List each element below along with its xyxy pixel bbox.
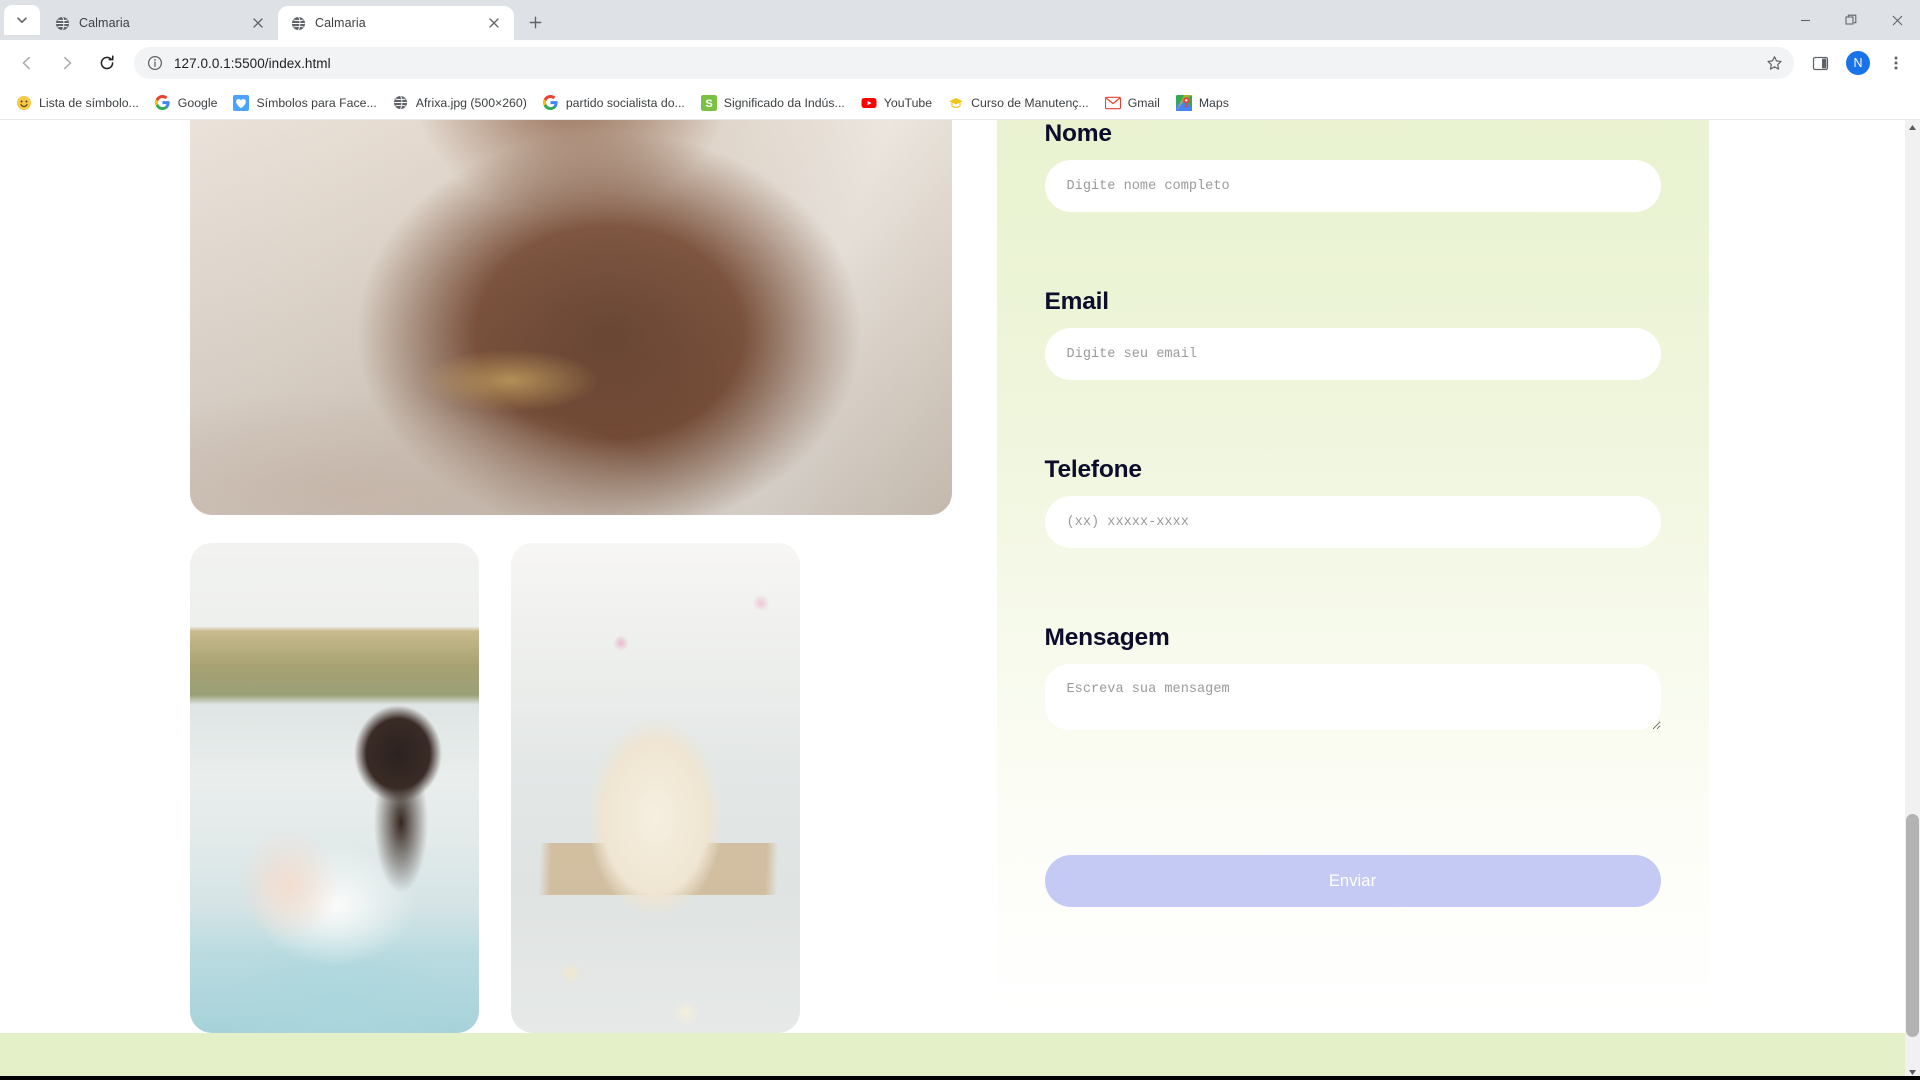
more-menu-icon[interactable] xyxy=(1880,47,1912,79)
globe-icon xyxy=(54,15,70,31)
gallery-row xyxy=(190,543,800,1033)
bookmark-label: Significado da Indús... xyxy=(723,95,845,110)
bookmark-label: Símbolos para Face... xyxy=(256,95,377,110)
close-icon[interactable] xyxy=(484,13,504,33)
browser-window: Calmaria Calmaria 127.0.0.1:5500/index.h… xyxy=(0,0,1920,1080)
address-bar[interactable]: 127.0.0.1:5500/index.html xyxy=(134,47,1794,79)
back-arrow-icon[interactable] xyxy=(11,47,43,79)
bookmark-label: Curso de Manutenç... xyxy=(971,95,1089,110)
google-g-icon xyxy=(543,95,559,111)
milkbath-book-photo xyxy=(511,543,800,1033)
bookmark-label: Afrixa.jpg (500×260) xyxy=(415,95,527,110)
svg-text:S: S xyxy=(705,98,712,110)
enviar-button[interactable]: Enviar xyxy=(1044,855,1661,907)
field-email: Email xyxy=(1044,288,1661,380)
hero-bathtub-photo xyxy=(190,120,952,515)
bookmark-partido-socialista[interactable]: partido socialista do... xyxy=(535,90,693,116)
bookmark-afrixa-jpg[interactable]: Afrixa.jpg (500×260) xyxy=(385,90,535,116)
emoji-smile-icon xyxy=(16,95,32,111)
contact-form: Nome Email Telefone xyxy=(996,120,1709,1019)
label-email: Email xyxy=(1044,288,1110,315)
label-telefone: Telefone xyxy=(1044,456,1143,483)
tab-title: Calmaria xyxy=(79,16,130,30)
globe-icon xyxy=(290,15,306,31)
field-nome: Nome xyxy=(1044,120,1661,212)
url-text: 127.0.0.1:5500/index.html xyxy=(174,55,331,71)
star-icon[interactable] xyxy=(1760,49,1788,77)
bookmark-label: Lista de símbolo... xyxy=(39,95,139,110)
image-gallery xyxy=(0,120,952,1033)
page-scrollbar[interactable] xyxy=(1905,120,1920,1080)
contact-section: Nome Email Telefone xyxy=(0,120,1905,1033)
page-body: Nome Email Telefone xyxy=(0,120,1905,1080)
tab-title: Calmaria xyxy=(315,16,366,30)
bookmark-youtube[interactable]: YouTube xyxy=(853,90,940,116)
nome-input[interactable] xyxy=(1044,160,1661,212)
contact-form-wrap: Nome Email Telefone xyxy=(800,120,1905,1019)
bookmark-label: Gmail xyxy=(1127,95,1160,110)
graduation-cap-icon xyxy=(948,95,964,111)
scrollbar-thumb[interactable] xyxy=(1906,813,1919,1038)
blue-heart-icon xyxy=(233,94,250,111)
browser-tab-1[interactable]: Calmaria xyxy=(42,6,278,40)
avatar-initial: N xyxy=(1846,51,1870,75)
maximize-button[interactable] xyxy=(1828,0,1874,40)
close-button[interactable] xyxy=(1874,0,1920,40)
close-icon[interactable] xyxy=(248,13,268,33)
profile-avatar[interactable]: N xyxy=(1842,47,1874,79)
label-mensagem: Mensagem xyxy=(1044,624,1170,651)
reload-icon[interactable] xyxy=(91,47,123,79)
bookmark-google[interactable]: Google xyxy=(147,90,226,116)
field-telefone: Telefone xyxy=(1044,456,1661,548)
lake-hottub-photo xyxy=(190,543,479,1033)
bookmark-gmail[interactable]: Gmail xyxy=(1097,90,1168,116)
bookmark-maps[interactable]: Maps xyxy=(1168,90,1237,116)
bookmark-lista-de-simbolos[interactable]: Lista de símbolo... xyxy=(8,90,147,116)
bookmark-label: Maps xyxy=(1198,95,1229,110)
os-taskbar-strip xyxy=(0,1076,1920,1080)
gmail-icon xyxy=(1104,95,1121,111)
tab-strip: Calmaria Calmaria xyxy=(0,0,1920,40)
field-mensagem: Mensagem xyxy=(1044,624,1661,735)
youtube-icon xyxy=(861,95,877,111)
label-nome: Nome xyxy=(1044,120,1112,147)
bookmark-label: partido socialista do... xyxy=(565,95,685,110)
email-input[interactable] xyxy=(1044,328,1661,380)
maps-pin-icon xyxy=(1175,94,1192,111)
side-panel-icon[interactable] xyxy=(1804,47,1836,79)
bookmark-label: YouTube xyxy=(883,95,933,110)
globe-icon xyxy=(393,95,409,111)
green-s-icon: S xyxy=(700,94,717,111)
scroll-up-arrow-icon[interactable] xyxy=(1905,120,1920,135)
browser-toolbar: 127.0.0.1:5500/index.html N xyxy=(0,40,1920,86)
telefone-input[interactable] xyxy=(1044,496,1661,548)
page-footer: Desenvolvido po Alura. Projeto fictício … xyxy=(0,1033,1905,1080)
bookmarks-bar: Lista de símbolo... Google Símbolos para… xyxy=(0,86,1920,120)
browser-tab-2[interactable]: Calmaria xyxy=(278,6,514,40)
tab-search-button[interactable] xyxy=(4,5,40,35)
bookmark-significado-da-industria[interactable]: S Significado da Indús... xyxy=(693,90,853,116)
scrollbar-track[interactable] xyxy=(1905,135,1920,1065)
bookmark-label: Google xyxy=(177,95,218,110)
new-tab-button[interactable] xyxy=(520,7,550,37)
bookmark-curso-de-manutencao[interactable]: Curso de Manutenç... xyxy=(940,90,1097,116)
bookmark-simbolos-para-face[interactable]: Símbolos para Face... xyxy=(225,90,384,116)
google-g-icon xyxy=(155,95,171,111)
forward-arrow-icon[interactable] xyxy=(51,47,83,79)
minimize-button[interactable] xyxy=(1782,0,1828,40)
window-controls xyxy=(1782,0,1920,40)
page-viewport: Nome Email Telefone xyxy=(0,120,1920,1080)
info-circle-icon[interactable] xyxy=(146,54,164,72)
mensagem-textarea[interactable] xyxy=(1044,664,1661,730)
